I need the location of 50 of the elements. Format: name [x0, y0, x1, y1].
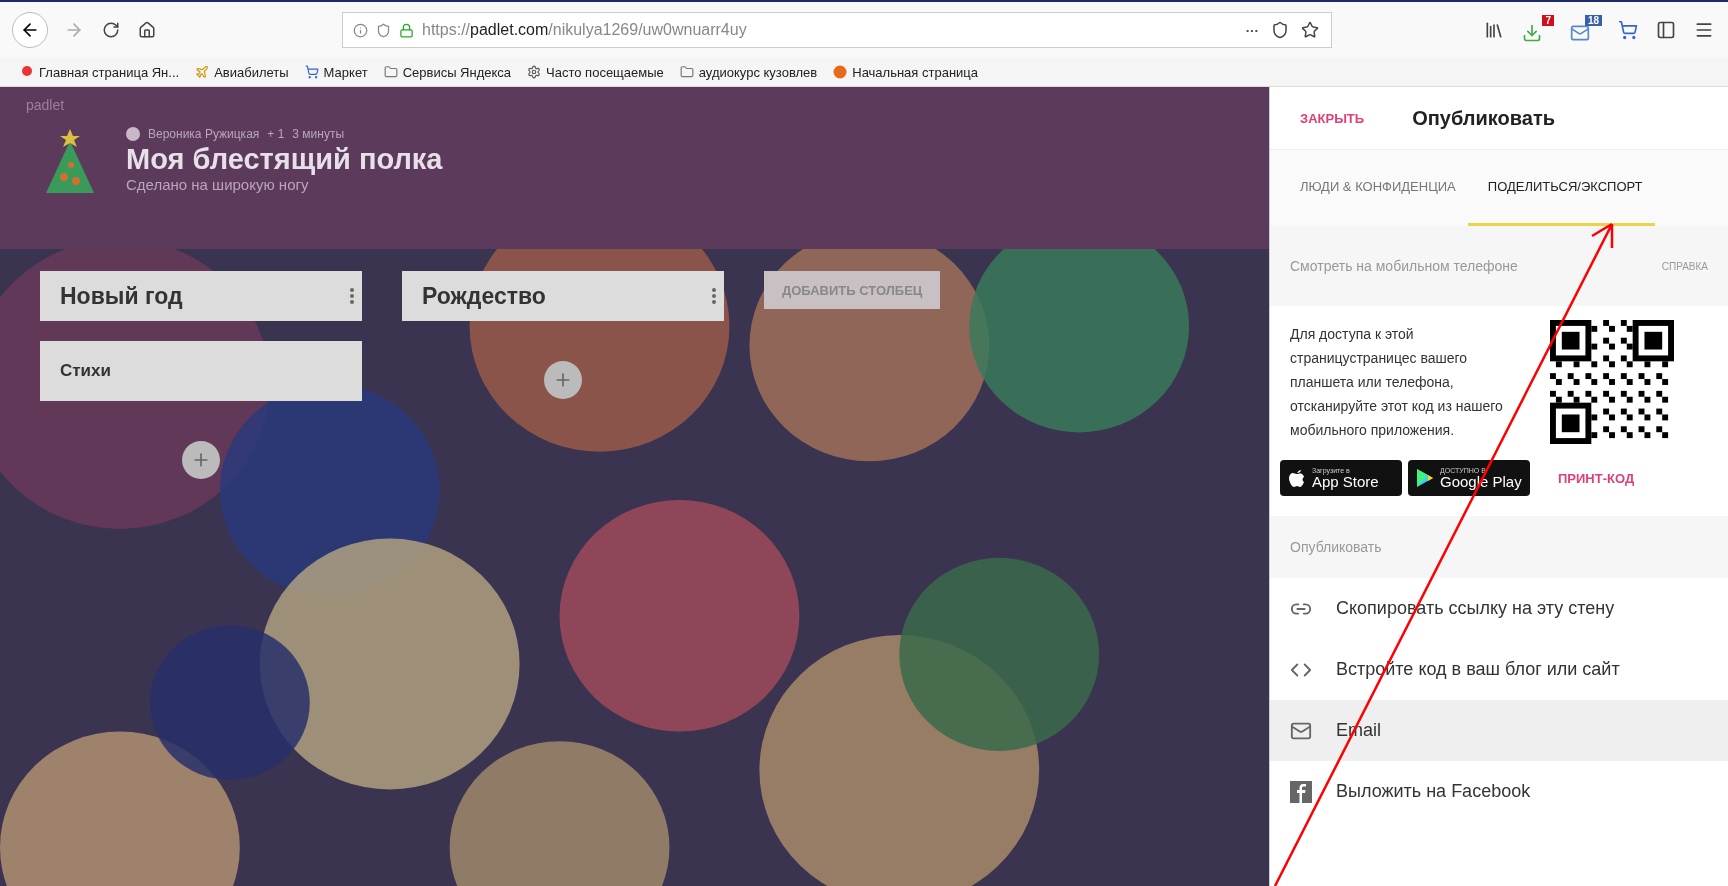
bookmark-link[interactable]: Маркет [304, 64, 368, 80]
more-vertical-icon [712, 288, 716, 304]
panel-title: Опубликовать [1412, 106, 1555, 130]
mail-icon [1570, 23, 1590, 43]
section-heading: Смотреть на мобильном телефоне [1290, 258, 1518, 274]
panel-tab[interactable]: ЛЮДИ & КОНФИДЕНЦИА [1270, 150, 1468, 226]
cart-icon [304, 65, 319, 79]
facebook-icon [1290, 780, 1312, 803]
bookmark-link[interactable]: аудиокурс кузовлев [679, 64, 818, 80]
qr-code-icon [1550, 320, 1674, 444]
mobile-instructions: Для доступа к этой страницустраницес вашего планшета или телефона, отсканируйте этот код из нашего мобильного приложения. [1290, 325, 1504, 440]
lock-icon [399, 22, 414, 38]
column-title: Новый год [60, 282, 183, 310]
bookmark-link[interactable]: Сервисы Яндекса [383, 64, 512, 80]
count-badge: 7 [1542, 15, 1554, 26]
brand-text: padlet [26, 97, 65, 113]
board-subtitle: Сделано на широкую ногу [126, 176, 310, 193]
author-text: Вероника Ружицкая [148, 127, 260, 141]
column-title: Рождество [422, 282, 546, 310]
section-heading: Опубликовать [1290, 539, 1382, 555]
more-options-button[interactable] [348, 286, 356, 306]
bookmark-link[interactable]: Часто посещаемые [527, 64, 664, 80]
count-badge: 18 [1584, 15, 1602, 26]
bookmark-link[interactable]: Начальная страница [833, 64, 979, 80]
address-bar[interactable]: https://padlet.com/nikulya1269/uw0wnuarr4uy ··· [342, 12, 1332, 48]
mail-button[interactable]: 18 [1568, 15, 1602, 45]
board-title: Моя блестящий полка [126, 143, 443, 176]
close-button[interactable]: ЗАКРЫТЬ [1300, 110, 1365, 126]
time-text: 3 минуты [292, 127, 345, 141]
download-button[interactable]: 7 [1520, 15, 1554, 45]
cart-button[interactable] [1616, 18, 1640, 42]
back-button[interactable] [12, 12, 48, 48]
gear-icon [527, 65, 542, 79]
post-card[interactable]: Стихи [40, 341, 362, 401]
folder-icon [679, 65, 694, 79]
url-text: https://padlet.com/nikulya1269/uw0wnuarr4uy [422, 21, 747, 39]
shield-icon [376, 22, 391, 38]
bookmark-link[interactable]: Авиабилеты [195, 64, 289, 80]
bookmark-star-button[interactable] [1299, 19, 1321, 41]
more-button[interactable]: ··· [1243, 20, 1261, 40]
collaborator-count: + 1 [267, 127, 285, 141]
avatar-icon [126, 127, 140, 141]
more-vertical-icon [350, 288, 354, 304]
info-icon [353, 22, 368, 38]
airplane-icon [195, 65, 210, 79]
more-options-button[interactable] [710, 286, 718, 306]
print-code-button[interactable]: ПРИНТ-КОД [1552, 469, 1641, 487]
download-icon [1522, 23, 1542, 43]
bookmark-link[interactable]: Главная страница Ян... [20, 64, 180, 80]
folder-icon [383, 65, 398, 79]
